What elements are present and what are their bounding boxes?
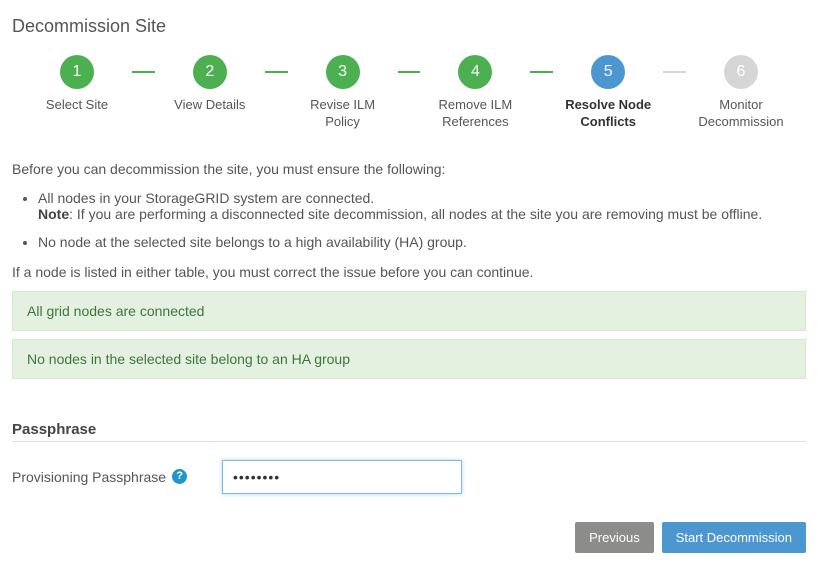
- passphrase-label-text: Provisioning Passphrase: [12, 469, 166, 485]
- connector-5-6: [663, 71, 686, 73]
- requirement-2: No node at the selected site belongs to …: [38, 234, 806, 250]
- step-4-circle: 4: [458, 55, 492, 89]
- step-2-label: View Details: [174, 97, 245, 114]
- step-3: 3 Revise ILM Policy: [288, 55, 398, 131]
- step-6-label: Monitor Decommission: [691, 97, 791, 131]
- step-4: 4 Remove ILM References: [420, 55, 530, 131]
- step-5: 5 Resolve Node Conflicts: [553, 55, 663, 131]
- passphrase-row: Provisioning Passphrase ?: [12, 460, 806, 494]
- connector-4-5: [530, 71, 553, 73]
- button-row: Previous Start Decommission: [12, 522, 806, 553]
- step-2-circle: 2: [193, 55, 227, 89]
- previous-button[interactable]: Previous: [575, 522, 654, 553]
- page-title: Decommission Site: [12, 16, 806, 37]
- step-1-circle: 1: [60, 55, 94, 89]
- requirement-1-note-label: Note: [38, 206, 69, 222]
- alert-no-ha-group: No nodes in the selected site belong to …: [12, 339, 806, 379]
- passphrase-section-title: Passphrase: [12, 421, 806, 442]
- step-2: 2 View Details: [155, 55, 265, 114]
- step-1: 1 Select Site: [22, 55, 132, 114]
- requirement-1-text: All nodes in your StorageGRID system are…: [38, 190, 374, 206]
- intro-text: Before you can decommission the site, yo…: [12, 159, 806, 180]
- step-4-label: Remove ILM References: [425, 97, 525, 131]
- step-3-label: Revise ILM Policy: [293, 97, 393, 131]
- connector-1-2: [132, 71, 155, 73]
- step-6: 6 Monitor Decommission: [686, 55, 796, 131]
- step-5-circle: 5: [591, 55, 625, 89]
- step-1-label: Select Site: [46, 97, 108, 114]
- requirements-list: All nodes in your StorageGRID system are…: [38, 190, 806, 250]
- requirement-1: All nodes in your StorageGRID system are…: [38, 190, 806, 222]
- help-icon[interactable]: ?: [172, 469, 187, 484]
- sub-text: If a node is listed in either table, you…: [12, 262, 806, 283]
- alert-nodes-connected: All grid nodes are connected: [12, 291, 806, 331]
- requirement-1-note: : If you are performing a disconnected s…: [69, 206, 762, 222]
- start-decommission-button[interactable]: Start Decommission: [662, 522, 806, 553]
- step-3-circle: 3: [326, 55, 360, 89]
- stepper: 1 Select Site 2 View Details 3 Revise IL…: [22, 55, 796, 131]
- step-5-label: Resolve Node Conflicts: [558, 97, 658, 131]
- passphrase-input[interactable]: [222, 460, 462, 494]
- passphrase-label: Provisioning Passphrase ?: [12, 469, 222, 485]
- step-6-circle: 6: [724, 55, 758, 89]
- connector-3-4: [398, 71, 421, 73]
- connector-2-3: [265, 71, 288, 73]
